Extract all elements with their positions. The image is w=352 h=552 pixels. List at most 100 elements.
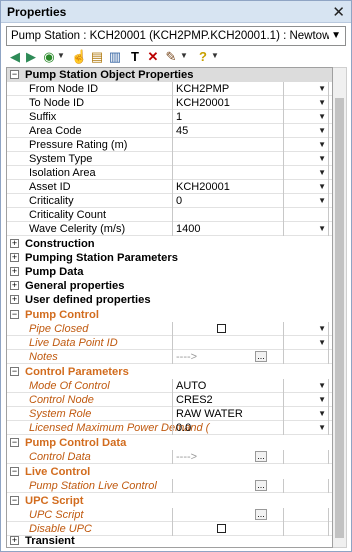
dropdown-icon[interactable]: ▼ [318, 196, 326, 205]
collapse-icon[interactable]: − [10, 467, 19, 476]
prop-value[interactable] [172, 138, 284, 152]
text-icon[interactable]: T [127, 49, 143, 65]
scrollbar-thumb[interactable] [335, 98, 344, 538]
prop-value[interactable] [172, 479, 284, 493]
prop-value[interactable]: CRES2 [172, 393, 284, 407]
prop-row-notes[interactable]: Notes ----> ... [7, 350, 332, 364]
ellipsis-button[interactable]: ... [255, 509, 267, 520]
prop-row-isolation-area[interactable]: Isolation Area ▼ [7, 166, 332, 180]
dropdown-icon[interactable]: ▼ [318, 224, 326, 233]
prop-row-upc-script[interactable]: UPC Script ... [7, 508, 332, 522]
prop-value[interactable]: ----> [172, 350, 284, 364]
prop-value[interactable]: RAW WATER [172, 407, 284, 421]
dropdown-icon[interactable]: ▼ [318, 154, 326, 163]
prop-value[interactable] [172, 166, 284, 180]
help-menu-arrow-icon[interactable]: ▼ [211, 51, 219, 60]
prop-row-wave-celerity[interactable]: Wave Celerity (m/s) 1400 ▼ [7, 222, 332, 236]
ellipsis-button[interactable]: ... [255, 451, 267, 462]
prop-row-criticality[interactable]: Criticality 0 ▼ [7, 194, 332, 208]
dropdown-icon[interactable]: ▼ [318, 423, 326, 432]
vertical-scrollbar[interactable] [333, 67, 347, 548]
dropdown-icon[interactable]: ▼ [318, 140, 326, 149]
filter-icon[interactable]: ▥ [107, 49, 123, 65]
notes-icon[interactable]: ▤ [89, 49, 105, 65]
ellipsis-button[interactable]: ... [255, 480, 267, 491]
prop-value[interactable] [172, 208, 284, 222]
prop-value[interactable]: 1400 [172, 222, 284, 236]
prop-row-from-node-id[interactable]: From Node ID KCH2PMP ▼ [7, 82, 332, 96]
expand-icon[interactable]: + [10, 253, 19, 262]
tools-menu-arrow-icon[interactable]: ▼ [180, 51, 188, 60]
object-selector[interactable]: Pump Station : KCH20001 (KCH2PMP.KCH2000… [6, 26, 346, 46]
category-pump-station-object-properties[interactable]: − Pump Station Object Properties [7, 68, 332, 82]
dropdown-icon[interactable]: ▼ [318, 126, 326, 135]
dropdown-icon[interactable]: ▼ [318, 381, 326, 390]
prop-value[interactable] [172, 336, 284, 350]
category-pump-data[interactable]: + Pump Data [7, 265, 332, 279]
collapse-icon[interactable]: − [10, 70, 19, 79]
prop-row-licensed-max-power[interactable]: Licensed Maximum Power Demand ( 0.0 ▼ [7, 421, 332, 435]
checkbox[interactable] [217, 324, 226, 333]
collapse-icon[interactable]: − [10, 310, 19, 319]
prop-value[interactable]: 1 [172, 110, 284, 124]
category-user-defined-properties[interactable]: + User defined properties [7, 293, 332, 307]
prop-value[interactable]: AUTO [172, 379, 284, 393]
prop-row-system-type[interactable]: System Type ▼ [7, 152, 332, 166]
dropdown-icon[interactable]: ▼ [318, 409, 326, 418]
dropdown-icon[interactable]: ▼ [318, 182, 326, 191]
prop-row-mode-of-control[interactable]: Mode Of Control AUTO ▼ [7, 379, 332, 393]
forward-icon[interactable]: ▶ [23, 49, 39, 65]
prop-value[interactable]: KCH20001 [172, 180, 284, 194]
prop-row-criticality-count[interactable]: Criticality Count [7, 208, 332, 222]
category-upc-script[interactable]: − UPC Script [7, 494, 332, 508]
prop-row-control-data[interactable]: Control Data ----> ... [7, 450, 332, 464]
checkbox[interactable] [217, 524, 226, 533]
category-pump-control[interactable]: − Pump Control [7, 308, 332, 322]
prop-value[interactable] [172, 152, 284, 166]
prop-value[interactable] [172, 322, 284, 336]
prop-value[interactable]: KCH20001 [172, 96, 284, 110]
ellipsis-button[interactable]: ... [255, 351, 267, 362]
pointer-icon[interactable]: ☝ [71, 49, 87, 65]
prop-row-system-role[interactable]: System Role RAW WATER ▼ [7, 407, 332, 421]
prop-value[interactable]: 45 [172, 124, 284, 138]
dropdown-icon[interactable]: ▼ [318, 324, 326, 333]
dropdown-icon[interactable]: ▼ [318, 98, 326, 107]
prop-value[interactable]: ----> [172, 450, 284, 464]
prop-row-control-node[interactable]: Control Node CRES2 ▼ [7, 393, 332, 407]
expand-icon[interactable]: + [10, 536, 19, 545]
prop-row-live-data-point-id[interactable]: Live Data Point ID ▼ [7, 336, 332, 350]
dropdown-icon[interactable]: ▼ [318, 338, 326, 347]
expand-icon[interactable]: + [10, 281, 19, 290]
prop-value[interactable]: KCH2PMP [172, 82, 284, 96]
dropdown-icon[interactable]: ▼ [318, 112, 326, 121]
category-construction[interactable]: + Construction [7, 237, 332, 251]
close-icon[interactable]: ✕ [332, 3, 345, 21]
collapse-icon[interactable]: − [10, 496, 19, 505]
prop-row-asset-id[interactable]: Asset ID KCH20001 ▼ [7, 180, 332, 194]
prop-row-to-node-id[interactable]: To Node ID KCH20001 ▼ [7, 96, 332, 110]
prop-value[interactable]: 0 [172, 194, 284, 208]
category-pump-control-data[interactable]: − Pump Control Data [7, 436, 332, 450]
tools-icon[interactable]: ✎ [163, 49, 179, 65]
prop-row-area-code[interactable]: Area Code 45 ▼ [7, 124, 332, 138]
category-control-parameters[interactable]: − Control Parameters [7, 365, 332, 379]
prop-value[interactable]: 0.0 [172, 421, 284, 435]
dropdown-icon[interactable]: ▼ [318, 395, 326, 404]
globe-menu-arrow-icon[interactable]: ▼ [57, 51, 65, 60]
expand-icon[interactable]: + [10, 267, 19, 276]
prop-row-pressure-rating[interactable]: Pressure Rating (m) ▼ [7, 138, 332, 152]
dropdown-icon[interactable]: ▼ [318, 84, 326, 93]
category-transient[interactable]: + Transient [7, 534, 332, 547]
globe-icon[interactable]: ◉ [41, 49, 57, 65]
expand-icon[interactable]: + [10, 295, 19, 304]
collapse-icon[interactable]: − [10, 438, 19, 447]
back-icon[interactable]: ◀ [7, 49, 23, 65]
expand-icon[interactable]: + [10, 239, 19, 248]
prop-row-pump-station-live-control[interactable]: Pump Station Live Control ... [7, 479, 332, 493]
prop-row-pipe-closed[interactable]: Pipe Closed ▼ [7, 322, 332, 336]
prop-row-suffix[interactable]: Suffix 1 ▼ [7, 110, 332, 124]
collapse-icon[interactable]: − [10, 367, 19, 376]
chevron-down-icon[interactable]: ▼ [331, 30, 341, 41]
dropdown-icon[interactable]: ▼ [318, 168, 326, 177]
